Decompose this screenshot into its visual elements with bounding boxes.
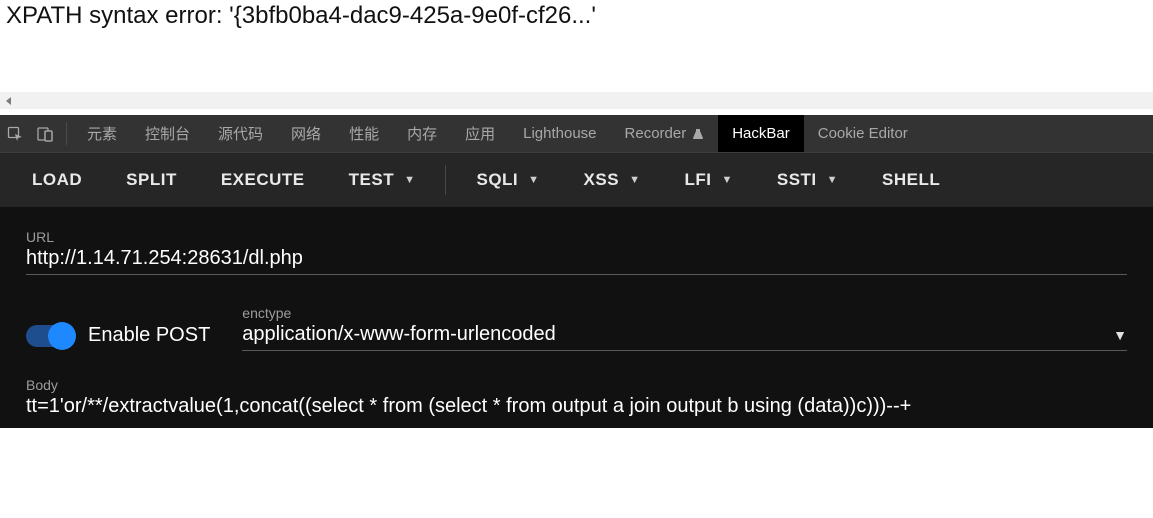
shell-menu-button[interactable]: SHELL [860,153,962,207]
xpath-error-text: XPATH syntax error: '{3bfb0ba4-dac9-425a… [6,2,596,29]
devtools-panel: 元素 控制台 源代码 网络 性能 内存 应用 Lighthouse Record… [0,115,1153,428]
page-content: XPATH syntax error: '{3bfb0ba4-dac9-425a… [0,0,1153,92]
enctype-select[interactable]: application/x-www-form-urlencoded ▼ [242,323,1127,351]
recorder-flask-icon [692,128,704,140]
load-button[interactable]: LOAD [10,153,104,207]
tab-cookie-editor[interactable]: Cookie Editor [804,115,922,152]
test-menu-button[interactable]: TEST ▼ [327,153,438,207]
button-label: EXECUTE [221,170,305,190]
button-label: SSTI [777,170,817,190]
execute-button[interactable]: EXECUTE [199,153,327,207]
tab-memory[interactable]: 内存 [393,115,451,152]
tab-label: Recorder [625,125,687,142]
toolbar-divider [445,165,446,195]
split-button[interactable]: SPLIT [104,153,199,207]
ssti-menu-button[interactable]: SSTI ▼ [755,153,860,207]
device-toolbar-icon[interactable] [30,115,60,152]
button-label: SHELL [882,170,940,190]
inspect-element-icon[interactable] [0,115,30,152]
chevron-down-icon: ▼ [629,174,640,186]
url-field: URL http://1.14.71.254:28631/dl.php [26,229,1127,275]
tab-sources[interactable]: 源代码 [204,115,277,152]
tab-label: Cookie Editor [818,125,908,142]
button-label: LOAD [32,170,82,190]
url-input[interactable]: http://1.14.71.254:28631/dl.php [26,247,1127,275]
tab-label: HackBar [732,125,790,142]
tab-elements[interactable]: 元素 [73,115,131,152]
hackbar-toolbar: LOAD SPLIT EXECUTE TEST ▼ SQLI ▼ XSS ▼ L… [0,153,1153,207]
chevron-down-icon: ▼ [721,174,732,186]
chevron-down-icon: ▼ [528,174,539,186]
body-field: Body tt=1'or/**/extractvalue(1,concat((s… [26,377,1127,418]
tab-label: 性能 [349,123,379,144]
enctype-value: application/x-www-form-urlencoded [242,323,555,346]
post-row: Enable POST enctype application/x-www-fo… [26,305,1127,351]
hackbar-panel: LOAD SPLIT EXECUTE TEST ▼ SQLI ▼ XSS ▼ L… [0,153,1153,428]
button-label: TEST [349,170,394,190]
enable-post-toggle-wrap: Enable POST [26,324,210,351]
chevron-down-icon: ▼ [827,174,838,186]
xss-menu-button[interactable]: XSS ▼ [562,153,663,207]
tab-label: 网络 [291,123,321,144]
enable-post-label: Enable POST [88,324,210,347]
devtools-tabstrip: 元素 控制台 源代码 网络 性能 内存 应用 Lighthouse Record… [0,115,1153,153]
toggle-knob [48,322,76,350]
tab-network[interactable]: 网络 [277,115,335,152]
button-label: SPLIT [126,170,177,190]
tab-console[interactable]: 控制台 [131,115,204,152]
content-horizontal-scrollbar[interactable] [0,92,1153,109]
tab-label: 控制台 [145,123,190,144]
tab-application[interactable]: 应用 [451,115,509,152]
hackbar-body: URL http://1.14.71.254:28631/dl.php Enab… [0,207,1153,428]
body-label: Body [26,377,1127,393]
tab-label: 内存 [407,123,437,144]
body-input[interactable]: tt=1'or/**/extractvalue(1,concat((select… [26,395,1127,418]
url-label: URL [26,229,1127,245]
button-label: XSS [584,170,620,190]
chevron-down-icon: ▼ [404,174,415,186]
enable-post-toggle[interactable] [26,325,74,347]
scroll-left-arrow-icon[interactable] [0,92,17,109]
chevron-down-icon: ▼ [1113,327,1127,343]
enctype-field: enctype application/x-www-form-urlencode… [242,305,1127,351]
tab-label: 源代码 [218,123,263,144]
tab-label: Lighthouse [523,125,596,142]
enctype-label: enctype [242,305,1127,321]
tab-hackbar[interactable]: HackBar [718,115,804,152]
scrollbar-track[interactable] [17,92,1153,109]
tab-divider [66,122,67,145]
tab-label: 元素 [87,123,117,144]
button-label: LFI [684,170,711,190]
button-label: SQLI [476,170,518,190]
tab-performance[interactable]: 性能 [335,115,393,152]
tab-label: 应用 [465,123,495,144]
tab-recorder[interactable]: Recorder [611,115,719,152]
sqli-menu-button[interactable]: SQLI ▼ [454,153,561,207]
tab-lighthouse[interactable]: Lighthouse [509,115,610,152]
lfi-menu-button[interactable]: LFI ▼ [662,153,754,207]
